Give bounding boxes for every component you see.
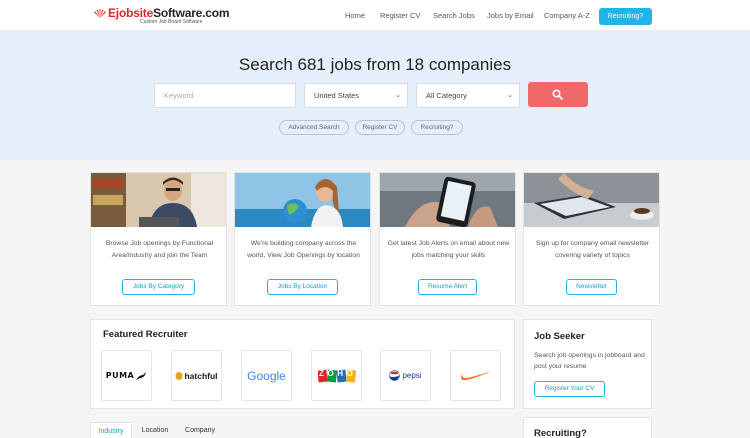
hatchful-logo-text: hatchful [184, 370, 218, 381]
browse-tabs: Industry Location Company [90, 422, 515, 438]
recruiter-logo-pepsi[interactable]: pepsi [380, 350, 431, 401]
card-job-alerts: Get latest Job Alerts on email about new… [379, 172, 516, 306]
logo-word-software: Software.com [153, 6, 230, 20]
tab-company[interactable]: Company [180, 422, 220, 438]
puma-cat-icon [136, 371, 147, 380]
recruiter-logo-nike[interactable] [450, 350, 501, 401]
recruiter-logo-hatchful[interactable]: hatchful [171, 350, 222, 401]
card-browse-location: We're building company across the world,… [234, 172, 371, 306]
zoho-logo-text: ZOHO [319, 369, 357, 378]
tab-location[interactable]: Location [136, 422, 174, 438]
featured-recruiter-title: Featured Recruiter [103, 329, 188, 340]
category-select[interactable]: All Category ⌄ [416, 83, 520, 108]
google-logo-text: Google [247, 368, 286, 383]
featured-recruiter-panel: Featured Recruiter puma hatchful Google … [90, 319, 515, 409]
newsletter-button[interactable]: Newsletter [566, 279, 617, 295]
recruiter-logo-google[interactable]: Google [241, 350, 292, 401]
register-your-cv-button[interactable]: Register Your CV [534, 381, 605, 397]
recruiting-link[interactable]: Recruiting? [411, 120, 463, 135]
card-browse-category: Browse Job openings by Functional Area/I… [90, 172, 227, 306]
card-photo-woman-globe [235, 173, 370, 227]
keyword-input[interactable]: Keyword [154, 83, 296, 108]
nav-company-az[interactable]: Company A-Z [544, 11, 590, 20]
logo-word-ejobsite: Ejobsite [108, 6, 154, 20]
job-seeker-panel: Job Seeker Search job openings in jobboa… [523, 319, 652, 409]
card-photo-tablet-coffee [524, 173, 659, 227]
sunburst-logo-icon [94, 9, 106, 18]
country-select-value: United States [314, 91, 360, 100]
card-newsletter: Sign up for company email newsletter cov… [523, 172, 660, 306]
search-button[interactable] [528, 82, 588, 107]
resume-alert-button[interactable]: Resume Alert [418, 279, 477, 295]
nav-home[interactable]: Home [345, 11, 365, 20]
nav-jobs-by-email[interactable]: Jobs by Email [487, 11, 534, 20]
search-icon [552, 89, 563, 100]
jobs-by-category-button[interactable]: Jobs By Category [122, 279, 195, 295]
card-photo-phone [380, 173, 515, 227]
register-cv-link[interactable]: Register CV [355, 120, 405, 135]
advanced-search-link[interactable]: Advanced Search [279, 120, 349, 135]
site-header: EjobsiteSoftware.com Custom Job Board So… [0, 0, 750, 30]
tab-industry[interactable]: Industry [90, 422, 132, 438]
recruiting-panel: Recruiting? [523, 417, 652, 438]
category-select-value: All Category [426, 91, 467, 100]
jobs-by-location-button[interactable]: Jobs By Location [267, 279, 338, 295]
card-photo-man-laptop [91, 173, 226, 227]
card-text: Sign up for company email newsletter cov… [535, 240, 650, 259]
hero-title: Search 681 jobs from 18 companies [238, 55, 512, 74]
logo-tagline: Custom Job Board Software [140, 19, 203, 25]
nav-search-jobs[interactable]: Search Jobs [433, 11, 475, 20]
card-text: We're building company across the world,… [247, 240, 360, 259]
pepsi-logo-text: pepsi [402, 371, 422, 380]
hatchful-egg-icon [175, 372, 183, 380]
job-seeker-text: Search job openings in jobboard and post… [534, 352, 645, 370]
logo-wordmark: EjobsiteSoftware.com [108, 6, 230, 20]
recruiting-button[interactable]: Recruiting? [599, 8, 652, 25]
recruiting-title: Recruiting? [534, 428, 587, 438]
search-hero: Search 681 jobs from 18 companies Keywor… [0, 30, 750, 160]
recruiter-logo-zoho[interactable]: ZOHO [311, 350, 362, 401]
pepsi-globe-icon [389, 370, 401, 381]
nike-swoosh-icon [460, 370, 492, 380]
chevron-down-icon: ⌄ [395, 92, 401, 99]
nav-register-cv[interactable]: Register CV [380, 11, 420, 20]
card-text: Browse Job openings by Functional Area/I… [105, 240, 214, 259]
puma-logo-text: puma [105, 371, 135, 380]
job-seeker-title: Job Seeker [534, 331, 585, 342]
recruiter-logo-puma[interactable]: puma [101, 350, 152, 401]
card-text: Get latest Job Alerts on email about new… [387, 240, 510, 259]
chevron-down-icon: ⌄ [507, 92, 513, 99]
country-select[interactable]: United States ⌄ [304, 83, 408, 108]
